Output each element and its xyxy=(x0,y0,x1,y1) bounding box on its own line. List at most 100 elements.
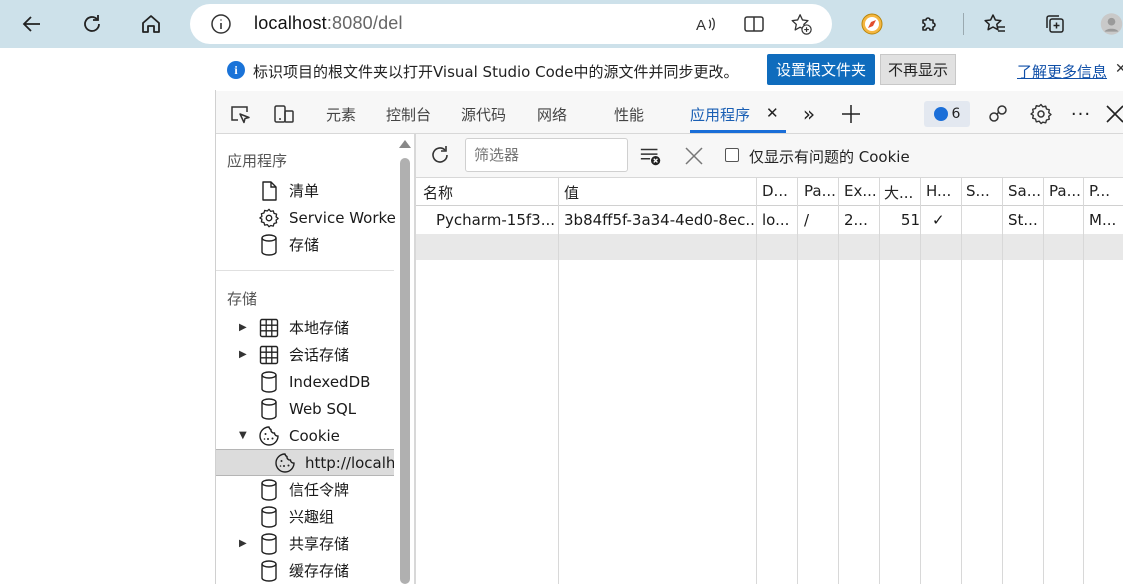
sidebar-item-trust-tokens[interactable]: 信任令牌 xyxy=(216,476,396,503)
database-icon xyxy=(258,505,280,528)
column-header-priority[interactable]: P... xyxy=(1089,182,1123,200)
column-header-domain[interactable]: D... xyxy=(762,182,798,200)
cookie-priority-cell[interactable]: M... xyxy=(1089,211,1123,229)
cookie-size-cell[interactable]: 51 xyxy=(894,211,920,229)
more-options-icon[interactable]: ··· xyxy=(1069,102,1093,126)
refresh-cookies-icon[interactable] xyxy=(428,143,452,167)
home-button[interactable] xyxy=(133,6,169,42)
column-header-size[interactable]: 大... xyxy=(884,182,918,203)
read-aloud-icon[interactable]: A xyxy=(694,12,718,36)
column-header-httponly[interactable]: H... xyxy=(926,182,956,200)
device-emulation-icon[interactable] xyxy=(272,102,296,126)
sidebar-item-manifest[interactable]: 清单 xyxy=(216,177,396,204)
cookie-table: 名称 值 D... Pa... Ex... 大... H... S... Sa.… xyxy=(416,178,1123,584)
tab-performance[interactable]: 性能 xyxy=(614,104,644,125)
tab-console[interactable]: 控制台 xyxy=(386,104,431,125)
sidebar-item-label: 会话存储 xyxy=(289,346,350,364)
column-divider xyxy=(1083,178,1084,584)
dont-show-again-button[interactable]: 不再显示 xyxy=(880,54,956,85)
delete-selected-cookie-icon[interactable] xyxy=(682,144,706,168)
cookie-filter-input[interactable] xyxy=(465,138,628,172)
tab-sources[interactable]: 源代码 xyxy=(461,104,506,125)
column-divider xyxy=(1043,178,1044,584)
sidebar-item-cookie[interactable]: ▼ Cookie xyxy=(216,422,396,449)
column-header-samesite[interactable]: Sa... xyxy=(1008,182,1042,200)
home-icon xyxy=(142,15,160,33)
add-tab-plus-icon[interactable] xyxy=(839,102,863,126)
sidebar-item-session-storage[interactable]: ▶ 会话存储 xyxy=(216,341,396,368)
sidebar-item-indexeddb[interactable]: IndexedDB xyxy=(216,368,396,395)
tab-application[interactable]: 应用程序 xyxy=(690,104,750,125)
set-root-folder-button[interactable]: 设置根文件夹 xyxy=(767,54,875,85)
expand-arrow-icon[interactable]: ▶ xyxy=(239,538,249,549)
info-icon: i xyxy=(227,61,245,79)
more-tabs-chevron-icon[interactable]: » xyxy=(797,102,821,126)
column-header-expires[interactable]: Ex... xyxy=(844,182,878,200)
scroll-up-arrow-icon[interactable] xyxy=(399,140,411,148)
refresh-button[interactable] xyxy=(74,6,110,42)
add-favorite-icon[interactable] xyxy=(789,12,813,36)
sidebar-item-web-sql[interactable]: Web SQL xyxy=(216,395,396,422)
only-issues-label: 仅显示有问题的 Cookie xyxy=(749,148,910,166)
close-tab-icon[interactable]: ✕ xyxy=(766,104,779,122)
split-screen-icon[interactable] xyxy=(742,12,766,36)
extension-compass-button[interactable] xyxy=(854,6,890,42)
sidebar-item-label: http://localhost:8080 xyxy=(305,453,394,472)
cookie-path-cell[interactable]: / xyxy=(804,211,840,229)
section-header-application: 应用程序 xyxy=(227,152,288,170)
inspect-element-icon[interactable] xyxy=(228,102,252,126)
browser-toolbar: localhost:8080/del A xyxy=(0,0,1123,48)
only-issues-checkbox[interactable] xyxy=(725,148,739,162)
cookie-httponly-check-icon[interactable]: ✓ xyxy=(932,211,956,229)
table-row[interactable]: Pycharm-15f3... 3b84ff5f-3a34-4ed0-8ec..… xyxy=(416,206,1123,234)
column-header-value[interactable]: 值 xyxy=(564,182,754,203)
cookie-samesite-cell[interactable]: St... xyxy=(1008,211,1042,229)
issues-badge[interactable]: 6 xyxy=(924,101,970,127)
column-divider xyxy=(838,178,839,584)
cookie-expires-cell[interactable]: 2... xyxy=(844,211,878,229)
table-row-empty[interactable] xyxy=(416,234,1123,260)
column-divider xyxy=(879,178,880,584)
sidebar-item-cache-storage[interactable]: 缓存存储 xyxy=(216,557,396,584)
favorites-button[interactable] xyxy=(977,6,1013,42)
sidebar-item-interest-groups[interactable]: 兴趣组 xyxy=(216,503,396,530)
settings-gear-icon[interactable] xyxy=(1029,102,1053,126)
cookie-domain-cell[interactable]: lo... xyxy=(762,211,798,229)
section-header-storage: 存储 xyxy=(227,290,258,308)
url-host: localhost xyxy=(254,13,327,33)
sidebar-item-service-workers[interactable]: Service Workers xyxy=(216,204,396,231)
column-header-partition-key[interactable]: Pa... xyxy=(1049,182,1083,200)
active-tab-indicator xyxy=(690,130,786,133)
expand-arrow-icon[interactable]: ▶ xyxy=(239,322,249,333)
learn-more-link[interactable]: 了解更多信息 xyxy=(1017,61,1107,82)
cookie-value-cell[interactable]: 3b84ff5f-3a34-4ed0-8ec... xyxy=(564,211,754,229)
cookie-toolbar: 仅显示有问题的 Cookie xyxy=(416,134,1123,178)
sidebar-item-cookie-localhost[interactable]: http://localhost:8080 xyxy=(216,449,394,476)
sidebar-item-label: 共享存储 xyxy=(289,535,350,553)
sidebar-item-shared-storage[interactable]: ▶ 共享存储 xyxy=(216,530,396,557)
sidebar-item-local-storage[interactable]: ▶ 本地存储 xyxy=(216,314,396,341)
column-header-secure[interactable]: S... xyxy=(966,182,996,200)
tab-network[interactable]: 网络 xyxy=(537,104,567,125)
cookie-name-cell[interactable]: Pycharm-15f3... xyxy=(436,211,554,229)
address-bar[interactable]: localhost:8080/del A xyxy=(190,4,832,44)
expand-arrow-icon[interactable]: ▶ xyxy=(239,349,249,360)
back-button[interactable] xyxy=(14,6,50,42)
url-text[interactable]: localhost:8080/del xyxy=(254,13,403,34)
connections-icon[interactable] xyxy=(986,102,1010,126)
clear-filtered-cookies-icon[interactable] xyxy=(639,144,663,168)
close-devtools-icon[interactable] xyxy=(1103,102,1123,126)
tab-elements[interactable]: 元素 xyxy=(326,104,356,125)
column-header-path[interactable]: Pa... xyxy=(804,182,840,200)
site-info-icon[interactable] xyxy=(210,13,232,39)
sidebar-item-label: Cookie xyxy=(289,426,340,445)
profile-button[interactable] xyxy=(1100,6,1123,42)
sidebar-item-storage-overview[interactable]: 存储 xyxy=(216,231,396,258)
close-notice-icon[interactable]: ✕ xyxy=(1115,61,1123,77)
sidebar-divider xyxy=(216,270,394,271)
collapse-arrow-icon[interactable]: ▼ xyxy=(239,430,249,441)
collections-button[interactable] xyxy=(1037,6,1073,42)
sidebar-scrollbar-thumb[interactable] xyxy=(400,158,410,584)
extensions-button[interactable] xyxy=(912,6,948,42)
column-header-name[interactable]: 名称 xyxy=(423,182,553,203)
